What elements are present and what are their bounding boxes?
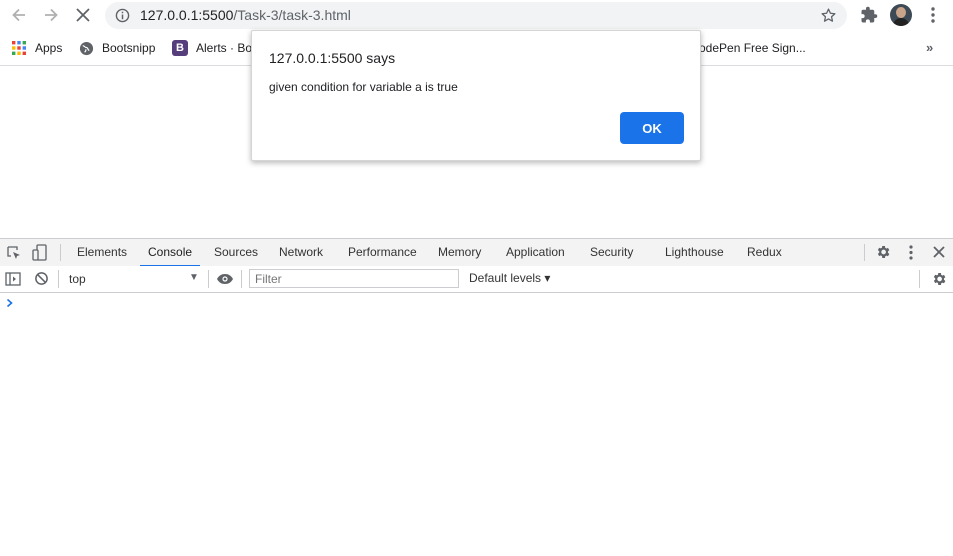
extensions-puzzle-icon[interactable] (857, 3, 881, 27)
back-arrow-icon[interactable] (7, 3, 31, 27)
tab-lighthouse[interactable]: Lighthouse (665, 239, 724, 266)
tab-performance[interactable]: Performance (348, 239, 417, 266)
site-info-icon[interactable] (115, 8, 130, 26)
context-selector[interactable]: top ▼ (63, 269, 203, 289)
profile-avatar[interactable] (890, 4, 912, 26)
bookmark-label: Bootsnipp (102, 41, 156, 55)
stop-loading-icon[interactable] (71, 3, 95, 27)
tab-security[interactable]: Security (590, 239, 633, 266)
tab-redux[interactable]: Redux (747, 239, 782, 266)
url-text: 127.0.0.1:5500/Task-3/task-3.html (140, 7, 351, 23)
toolbar-divider (241, 270, 242, 288)
tab-application[interactable]: Application (506, 239, 565, 266)
context-value: top (69, 272, 86, 286)
close-devtools-icon[interactable] (933, 246, 945, 261)
address-bar[interactable]: 127.0.0.1:5500/Task-3/task-3.html (105, 2, 847, 29)
more-options-icon[interactable] (909, 245, 913, 263)
ok-button[interactable]: OK (620, 112, 684, 144)
log-levels-dropdown[interactable]: Default levels ▾ (469, 271, 550, 285)
settings-gear-icon[interactable] (875, 244, 891, 263)
forward-arrow-icon[interactable] (39, 3, 63, 27)
toolbar-divider (864, 244, 865, 261)
url-host: 127.0.0.1:5500 (140, 7, 234, 23)
url-path: /Task-3/task-3.html (233, 7, 351, 23)
tab-sources[interactable]: Sources (214, 239, 258, 266)
dialog-title: 127.0.0.1:5500 says (269, 50, 396, 66)
toolbar-divider (58, 270, 59, 288)
tab-elements[interactable]: Elements (77, 239, 127, 266)
browser-menu-icon[interactable] (921, 3, 945, 27)
show-sidebar-icon[interactable] (5, 271, 21, 290)
clear-console-icon[interactable] (34, 271, 49, 289)
device-toolbar-icon[interactable] (32, 244, 48, 264)
live-expression-eye-icon[interactable] (216, 272, 234, 289)
console-settings-gear-icon[interactable] (931, 271, 947, 290)
browser-toolbar: 127.0.0.1:5500/Task-3/task-3.html (0, 0, 953, 32)
toolbar-divider (208, 270, 209, 288)
tab-memory[interactable]: Memory (438, 239, 481, 266)
toolbar-divider (60, 244, 61, 261)
tab-network[interactable]: Network (279, 239, 323, 266)
bookmark-label: odePen Free Sign... (699, 41, 806, 55)
console-filter-input[interactable] (249, 269, 459, 288)
apps-grid-icon (11, 40, 27, 56)
bookmark-alerts[interactable]: B Alerts · Boo (172, 39, 259, 57)
bookmark-label: Alerts · Boo (196, 41, 259, 55)
bookmark-star-icon[interactable] (820, 7, 837, 27)
dropdown-arrow-icon: ▼ (189, 272, 199, 283)
bookmark-bootsnipp[interactable]: Bootsnipp (78, 39, 155, 57)
toolbar-divider (919, 270, 920, 288)
bookmarks-overflow-icon[interactable]: » (926, 40, 933, 55)
bookmark-apps[interactable]: Apps (11, 39, 62, 57)
bootstrap-icon: B (172, 40, 188, 56)
globe-icon (78, 40, 94, 56)
bookmark-label: Apps (35, 41, 63, 55)
devtools-tab-bar: Elements Console Sources Network Perform… (0, 238, 953, 267)
console-toolbar: top ▼ Default levels ▾ (0, 266, 953, 293)
console-prompt-icon[interactable] (6, 296, 14, 311)
tab-console[interactable]: Console (139, 239, 201, 267)
alert-dialog: 127.0.0.1:5500 says given condition for … (251, 30, 701, 161)
dialog-message: given condition for variable a is true (269, 80, 458, 94)
inspect-element-icon[interactable] (6, 245, 22, 264)
bookmark-codepen[interactable]: odePen Free Sign... (699, 39, 806, 57)
